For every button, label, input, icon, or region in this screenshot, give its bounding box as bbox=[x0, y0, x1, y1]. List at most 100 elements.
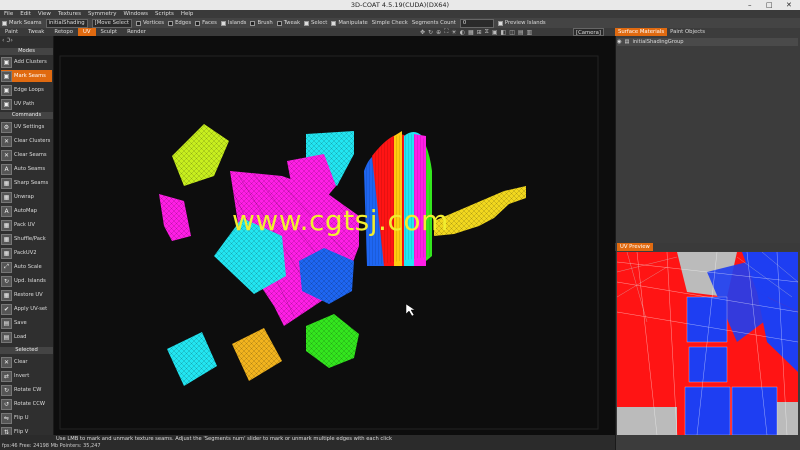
tab-uv[interactable]: UV bbox=[78, 28, 96, 36]
zoom-view-icon[interactable]: ⊕ bbox=[436, 29, 441, 36]
edges-checkbox[interactable]: Edges bbox=[168, 20, 191, 26]
uv-preview-tab[interactable]: UV Preview bbox=[617, 243, 653, 251]
menu-file[interactable]: File bbox=[4, 11, 13, 17]
tool-label: Mark Seams bbox=[14, 73, 46, 79]
menu-edit[interactable]: Edit bbox=[20, 11, 31, 17]
menu-help[interactable]: Help bbox=[181, 11, 194, 17]
tweak-checkbox[interactable]: Tweak bbox=[276, 20, 301, 26]
modes-header: Modes bbox=[0, 48, 53, 55]
manipulate-checkbox[interactable]: Manipulate bbox=[331, 20, 368, 26]
vertices-label: Vertices bbox=[142, 20, 165, 26]
tool-clear[interactable]: ✕ Clear bbox=[1, 356, 52, 368]
lighting-icon[interactable]: ☀ bbox=[451, 29, 456, 36]
menu-scripts[interactable]: Scripts bbox=[155, 11, 174, 17]
tool-clear-seams[interactable]: ✕ Clear Seams bbox=[1, 149, 52, 161]
edges-label: Edges bbox=[175, 20, 192, 26]
tool-apply-uv-set[interactable]: ✔ Apply UV-set bbox=[1, 303, 52, 315]
mouse-cursor-icon bbox=[405, 303, 416, 317]
panel-toggle-icon[interactable]: ‹ ℑ› bbox=[2, 37, 13, 44]
camera-select[interactable]: [Camera] bbox=[573, 28, 604, 36]
tool-upd-islands[interactable]: ↻ Upd. Islands bbox=[1, 275, 52, 287]
tool-load[interactable]: ▤ Load bbox=[1, 331, 52, 343]
fps-readout: fps:46 bbox=[2, 443, 18, 449]
view-options-icon[interactable]: ▣ bbox=[492, 29, 498, 36]
load-icon: ▤ bbox=[1, 331, 12, 343]
tab-retopo[interactable]: Retopo bbox=[49, 28, 78, 36]
screenshot-icon[interactable]: ◫ bbox=[509, 29, 515, 36]
tab-paint[interactable]: Paint bbox=[0, 28, 23, 36]
segments-count-input[interactable]: 0 bbox=[459, 18, 494, 28]
pack-uv-icon: ▦ bbox=[1, 219, 12, 231]
tool-mark-seams[interactable]: ▣ Mark Seams bbox=[1, 70, 52, 82]
shading-icon[interactable]: ◐ bbox=[460, 29, 465, 36]
tool-rotate-ccw[interactable]: ↺ Rotate CCW bbox=[1, 398, 52, 410]
camera-options-icon[interactable]: ◧ bbox=[501, 29, 507, 36]
maximize-button[interactable]: □ bbox=[766, 0, 773, 10]
move-select-dropdown[interactable]: [Move Select bbox=[91, 18, 132, 28]
render-settings-icon[interactable]: ▤ bbox=[518, 29, 524, 36]
tool-auto-scale[interactable]: ⤢ Auto Scale bbox=[1, 261, 52, 273]
tool-shuffle-pack[interactable]: ▦ Shuffle/Pack bbox=[1, 233, 52, 245]
tool-automap[interactable]: A AutoMap bbox=[1, 205, 52, 217]
close-button[interactable]: ✕ bbox=[786, 0, 792, 10]
menu-windows[interactable]: Windows bbox=[123, 11, 148, 17]
shading-select[interactable]: initialShading bbox=[45, 18, 88, 28]
tool-add-clusters[interactable]: ▣ Add Clusters bbox=[1, 56, 52, 68]
brush-checkbox[interactable]: Brush bbox=[250, 20, 273, 26]
tab-paint-objects[interactable]: Paint Objects bbox=[667, 28, 708, 36]
tool-save[interactable]: ▤ Save bbox=[1, 317, 52, 329]
mesh-island-rainbow-arch bbox=[364, 131, 432, 266]
preview-islands-checkbox[interactable]: Preview Islands bbox=[497, 20, 546, 26]
simple-check-button[interactable]: Simple Check bbox=[372, 20, 408, 26]
uv-preview-canvas[interactable] bbox=[617, 252, 798, 435]
tool-label: Save bbox=[14, 320, 27, 326]
menu-symmetry[interactable]: Symmetry bbox=[88, 11, 117, 17]
tool-unwrap[interactable]: ▦ Unwrap bbox=[1, 191, 52, 203]
rotate-view-icon[interactable]: ↻ bbox=[428, 29, 433, 36]
tool-label: Shuffle/Pack bbox=[14, 236, 46, 242]
automap-icon: A bbox=[1, 205, 12, 217]
shuffle-pack-icon: ▦ bbox=[1, 233, 12, 245]
symmetry-icon[interactable]: ⧖ bbox=[485, 28, 489, 36]
material-row[interactable]: ◉ ▤ initialShadingGroup bbox=[617, 38, 798, 46]
mesh-island-yellow-bottom bbox=[232, 328, 282, 381]
tool-sharp-seams[interactable]: ▦ Sharp Seams bbox=[1, 177, 52, 189]
lock-icon[interactable]: ▤ bbox=[625, 39, 630, 45]
islands-checkbox[interactable]: Islands bbox=[220, 20, 246, 26]
tool-auto-seams[interactable]: A Auto Seams bbox=[1, 163, 52, 175]
tool-packuv2[interactable]: ▦ PackUV2 bbox=[1, 247, 52, 259]
tool-edge-loops[interactable]: ▣ Edge Loops bbox=[1, 84, 52, 96]
tool-flip-u[interactable]: ⇋ Flip U bbox=[1, 412, 52, 424]
wireframe-icon[interactable]: ▦ bbox=[468, 29, 474, 36]
mark-seams-tool-icon bbox=[2, 20, 7, 26]
window-title: 3D-COAT 4.5.19(CUDA)(DX64) bbox=[350, 1, 450, 9]
select-checkbox[interactable]: Select bbox=[304, 20, 327, 26]
faces-checkbox[interactable]: Faces bbox=[195, 20, 217, 26]
invert-icon: ⇄ bbox=[1, 370, 12, 382]
tab-render[interactable]: Render bbox=[122, 28, 151, 36]
vertices-checkbox[interactable]: Vertices bbox=[135, 20, 165, 26]
menu-view[interactable]: View bbox=[38, 11, 51, 17]
free-memory-value: 24198 Mb bbox=[33, 443, 59, 449]
tool-invert[interactable]: ⇄ Invert bbox=[1, 370, 52, 382]
tab-surface-materials[interactable]: Surface Materials bbox=[615, 28, 668, 36]
tweak-label: Tweak bbox=[283, 20, 301, 26]
grid-icon[interactable]: ⊞ bbox=[477, 29, 482, 36]
fit-view-icon[interactable]: ⛶ bbox=[444, 28, 448, 36]
tool-uv-settings[interactable]: ⚙ UV Settings bbox=[1, 121, 52, 133]
tool-pack-uv[interactable]: ▦ Pack UV bbox=[1, 219, 52, 231]
tool-clear-clusters[interactable]: ✕ Clear Clusters bbox=[1, 135, 52, 147]
tool-label: UV Path bbox=[14, 101, 35, 107]
pointers-readout: Pointers: 35,247 bbox=[59, 443, 101, 449]
visibility-eye-icon[interactable]: ◉ bbox=[617, 39, 622, 45]
tool-restore-uv[interactable]: ▦ Restore UV bbox=[1, 289, 52, 301]
move-view-icon[interactable]: ✥ bbox=[420, 29, 425, 36]
tool-uv-path[interactable]: ▣ UV Path bbox=[1, 98, 52, 110]
menu-textures[interactable]: Textures bbox=[58, 11, 81, 17]
tool-label: Edge Loops bbox=[14, 87, 44, 93]
tab-tweak[interactable]: Tweak bbox=[23, 28, 49, 36]
tab-sculpt[interactable]: Sculpt bbox=[96, 28, 123, 36]
minimize-button[interactable]: – bbox=[748, 0, 752, 10]
layout-icon[interactable]: ▥ bbox=[527, 29, 533, 36]
tool-rotate-cw[interactable]: ↻ Rotate CW bbox=[1, 384, 52, 396]
